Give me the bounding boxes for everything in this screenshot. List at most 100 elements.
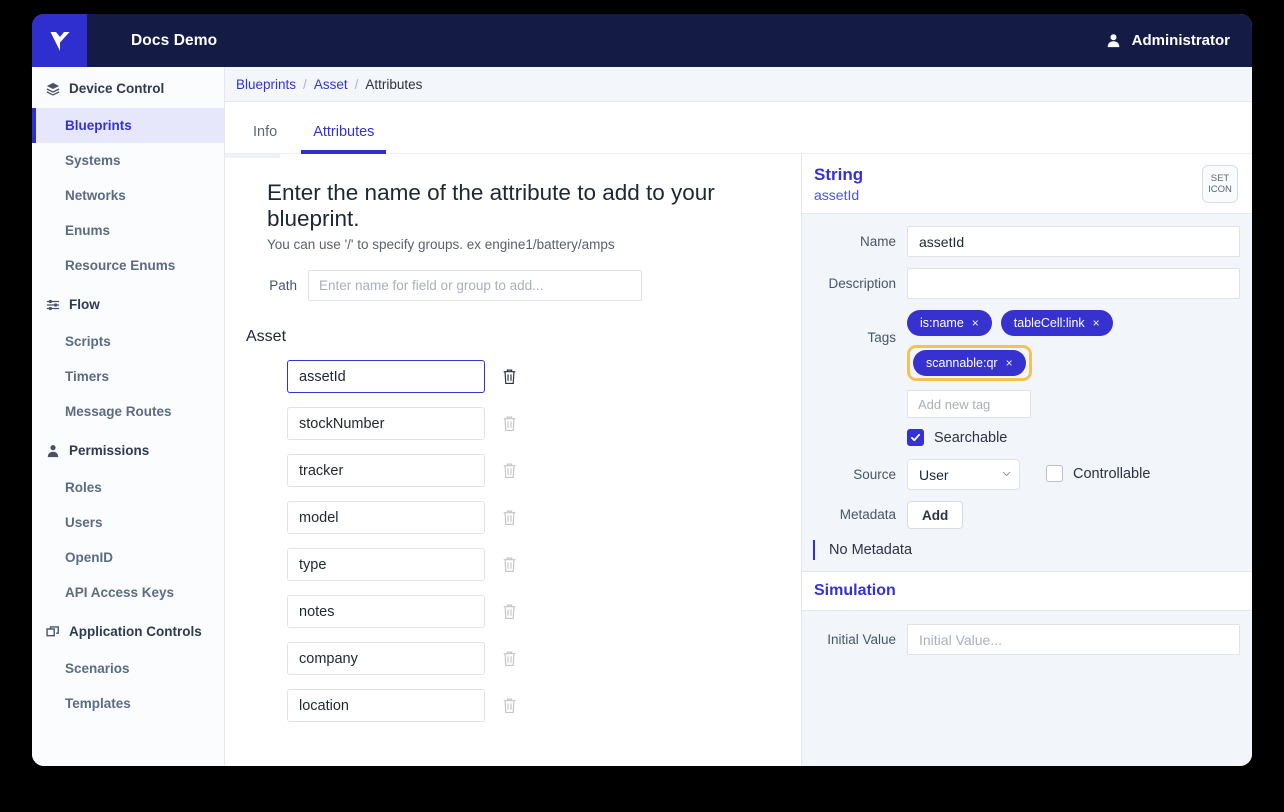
- check-icon: [910, 433, 921, 442]
- breadcrumb-separator: /: [354, 76, 359, 92]
- delete-attribute-button[interactable]: [499, 507, 519, 529]
- trash-icon: [503, 369, 515, 384]
- attribute-name-input[interactable]: [287, 689, 485, 722]
- user-icon: [1107, 34, 1119, 48]
- trash-icon: [503, 510, 515, 525]
- description-input[interactable]: [907, 268, 1240, 299]
- delete-attribute-button[interactable]: [499, 366, 519, 388]
- sidebar-item-label: Scripts: [65, 334, 111, 349]
- tag-remove-icon[interactable]: ×: [972, 316, 979, 330]
- tag-highlight-outline: scannable:qr ×: [907, 345, 1032, 381]
- app-window: Docs Demo Administrator Device Control B…: [32, 14, 1252, 766]
- metadata-label: Metadata: [839, 507, 896, 522]
- initial-value-label: Initial Value: [827, 632, 896, 647]
- set-icon-button[interactable]: SET ICON: [1202, 165, 1238, 203]
- desktop-backdrop: Docs Demo Administrator Device Control B…: [0, 0, 1284, 812]
- tab-attributes[interactable]: Attributes: [301, 124, 387, 154]
- tag-label: scannable:qr: [926, 356, 998, 370]
- tab-info[interactable]: Info: [241, 124, 289, 153]
- brand-v-logo-icon: [50, 31, 69, 51]
- breadcrumb-item-blueprints[interactable]: Blueprints: [236, 77, 296, 92]
- sidebar-item-message-routes[interactable]: Message Routes: [32, 394, 224, 429]
- sidebar-item-users[interactable]: Users: [32, 505, 224, 540]
- sidebar-item-scripts[interactable]: Scripts: [32, 324, 224, 359]
- tag-label: is:name: [920, 316, 964, 330]
- sidebar-item-openid[interactable]: OpenID: [32, 540, 224, 575]
- user-menu[interactable]: Administrator: [1106, 14, 1230, 67]
- attribute-name-input[interactable]: [287, 407, 485, 440]
- sidebar-item-timers[interactable]: Timers: [32, 359, 224, 394]
- sidebar-item-label: Roles: [65, 480, 102, 495]
- breadcrumb-item-asset[interactable]: Asset: [314, 77, 348, 92]
- delete-attribute-button[interactable]: [499, 601, 519, 623]
- attribute-row: [287, 501, 801, 534]
- inspector-body: Name Description Tags: [802, 214, 1252, 571]
- name-label: Name: [859, 234, 896, 249]
- tags-label: Tags: [867, 330, 896, 345]
- searchable-checkbox[interactable]: [907, 429, 924, 446]
- add-new-tag-input[interactable]: [907, 390, 1031, 418]
- content-column: Blueprints / Asset / Attributes Info Att…: [225, 67, 1252, 766]
- add-metadata-button[interactable]: Add: [907, 501, 964, 529]
- attribute-name-input[interactable]: [287, 454, 485, 487]
- set-icon-button-line2: ICON: [1208, 184, 1232, 195]
- attributes-editor-pane: Enter the name of the attribute to add t…: [225, 154, 801, 766]
- page-title: Enter the name of the attribute to add t…: [267, 180, 715, 231]
- path-input[interactable]: [308, 270, 642, 301]
- attribute-name-input[interactable]: [287, 642, 485, 675]
- controllable-checkbox[interactable]: [1046, 465, 1063, 482]
- sidebar-item-label: Scenarios: [65, 661, 130, 676]
- metadata-field-row: Metadata Add: [802, 501, 1240, 529]
- inspector-pane: String assetId SET ICON Name assetId Des…: [801, 154, 1252, 766]
- attribute-name-input[interactable]: [287, 548, 485, 581]
- sidebar-item-roles[interactable]: Roles: [32, 470, 224, 505]
- attribute-name-input[interactable]: [287, 360, 485, 393]
- brand-logo[interactable]: [32, 14, 87, 67]
- delete-attribute-button[interactable]: [499, 413, 519, 435]
- sidebar-item-label: Systems: [65, 153, 121, 168]
- sidebar-item-templates[interactable]: Templates: [32, 686, 224, 721]
- searchable-label: Searchable: [934, 429, 1008, 446]
- sidebar-item-api-access-keys[interactable]: API Access Keys: [32, 575, 224, 610]
- attribute-name-input[interactable]: [287, 501, 485, 534]
- controllable-row: Controllable: [1046, 459, 1150, 482]
- sidebar-item-label: Users: [65, 515, 103, 530]
- sidebar-item-networks[interactable]: Networks: [32, 178, 224, 213]
- source-select[interactable]: User: [907, 459, 1020, 490]
- attribute-row: [287, 689, 801, 722]
- controllable-label: Controllable: [1073, 465, 1151, 482]
- breadcrumb: Blueprints / Asset / Attributes: [225, 67, 1252, 102]
- sidebar-group-flow: Flow: [32, 283, 224, 324]
- initial-value-input[interactable]: [907, 624, 1240, 655]
- breadcrumb-separator: /: [303, 76, 307, 92]
- delete-attribute-button[interactable]: [499, 648, 519, 670]
- sliders-icon: [46, 299, 60, 310]
- inspector-header: String assetId SET ICON: [802, 154, 1252, 214]
- tags-field-row: Tags is:name × tableCell:link × scannabl…: [802, 310, 1240, 418]
- tag-chip[interactable]: scannable:qr ×: [913, 350, 1026, 376]
- sidebar-item-enums[interactable]: Enums: [32, 213, 224, 248]
- delete-attribute-button[interactable]: [499, 695, 519, 717]
- delete-attribute-button[interactable]: [499, 460, 519, 482]
- sidebar-item-scenarios[interactable]: Scenarios: [32, 651, 224, 686]
- sidebar-group-label: Device Control: [69, 81, 165, 96]
- attribute-name-input[interactable]: [287, 595, 485, 628]
- simulation-section-title: Simulation: [802, 571, 1252, 611]
- tag-chip[interactable]: tableCell:link ×: [1000, 310, 1113, 336]
- sidebar-item-blueprints[interactable]: Blueprints: [32, 108, 224, 143]
- searchable-row: Searchable: [907, 429, 1240, 446]
- delete-attribute-button[interactable]: [499, 554, 519, 576]
- tag-remove-icon[interactable]: ×: [1093, 316, 1100, 330]
- app-title: Docs Demo: [131, 31, 218, 49]
- sidebar-item-systems[interactable]: Systems: [32, 143, 224, 178]
- tag-remove-icon[interactable]: ×: [1006, 356, 1013, 370]
- sidebar-item-resource-enums[interactable]: Resource Enums: [32, 248, 224, 283]
- tag-chip[interactable]: is:name ×: [907, 310, 992, 336]
- inspector-subtitle: assetId: [814, 186, 860, 203]
- trash-icon: [503, 604, 515, 619]
- sidebar-item-label: Networks: [65, 188, 126, 203]
- no-metadata-message: No Metadata: [813, 540, 1240, 560]
- user-name: Administrator: [1131, 32, 1230, 49]
- name-input[interactable]: [907, 226, 1240, 257]
- attribute-group-title: Asset: [246, 328, 287, 345]
